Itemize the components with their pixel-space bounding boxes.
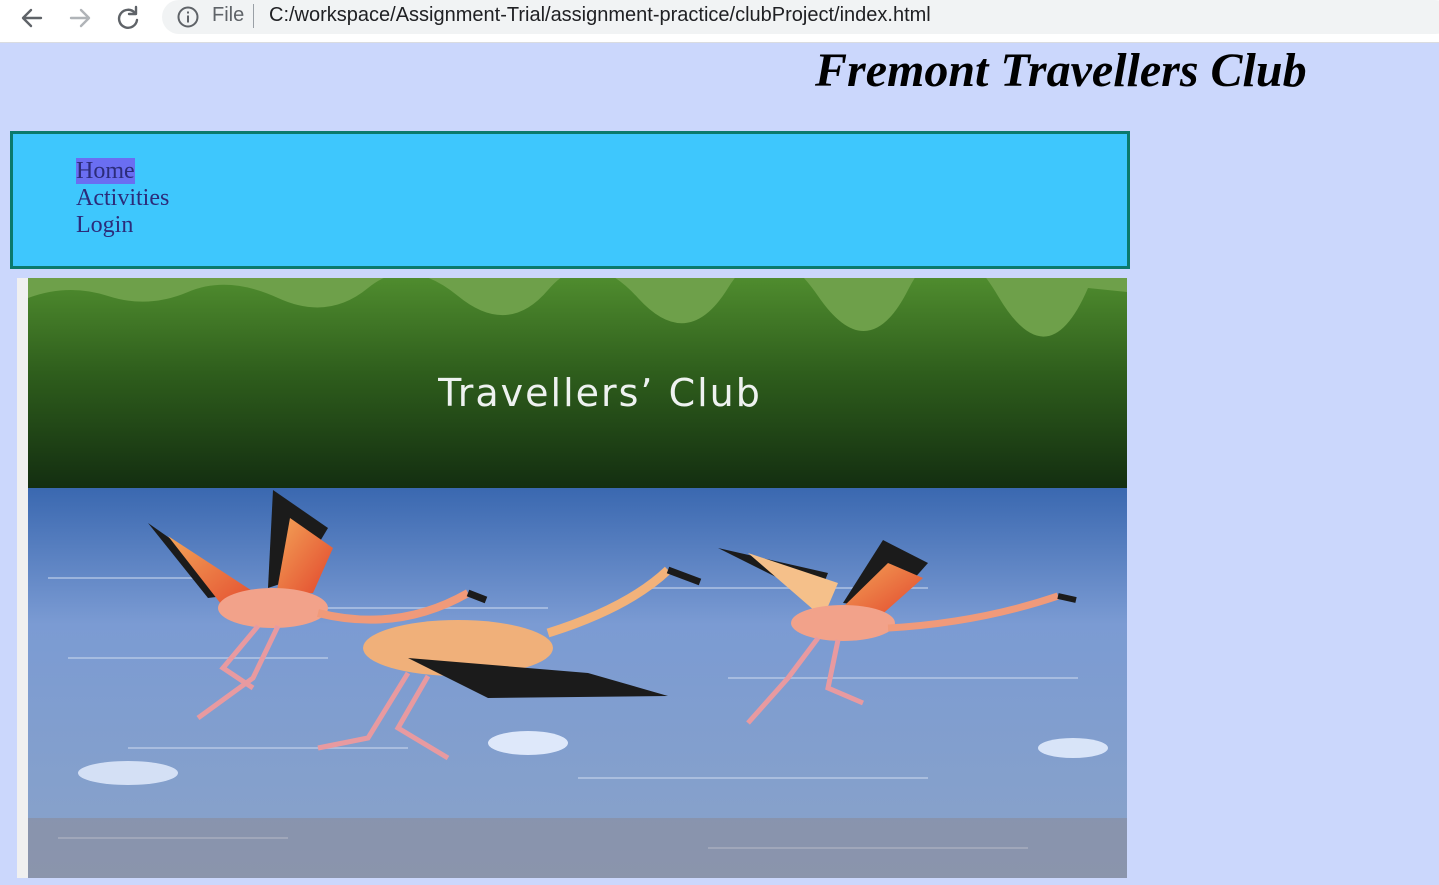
nav-panel: Home Activities Login <box>10 131 1130 269</box>
info-icon[interactable] <box>176 5 200 29</box>
hero-caption: Travellers’ Club <box>437 371 762 415</box>
url-text[interactable]: C:/workspace/Assignment-Trial/assignment… <box>269 4 931 27</box>
nav-item-home[interactable]: Home <box>76 158 169 185</box>
nav-item-label[interactable]: Home <box>76 158 135 184</box>
back-arrow-icon[interactable] <box>17 3 47 33</box>
browser-toolbar: File C:/workspace/Assignment-Trial/assig… <box>0 0 1439 43</box>
url-scheme-label: File <box>212 4 245 26</box>
nav-item-label[interactable]: Activities <box>76 185 169 211</box>
flamingo-photo: Travellers’ Club <box>28 278 1127 878</box>
nav-item-login[interactable]: Login <box>76 212 169 239</box>
hero-image: Travellers’ Club <box>17 278 1127 878</box>
forward-arrow-icon[interactable] <box>65 3 95 33</box>
nav-item-label[interactable]: Login <box>76 212 133 238</box>
nav-item-activities[interactable]: Activities <box>76 185 169 212</box>
nav-list: Home Activities Login <box>76 158 169 239</box>
address-bar[interactable]: File C:/workspace/Assignment-Trial/assig… <box>162 0 1439 34</box>
reload-icon[interactable] <box>113 3 143 33</box>
page-title: Fremont Travellers Club <box>815 44 1307 97</box>
omnibox-divider <box>253 4 254 28</box>
